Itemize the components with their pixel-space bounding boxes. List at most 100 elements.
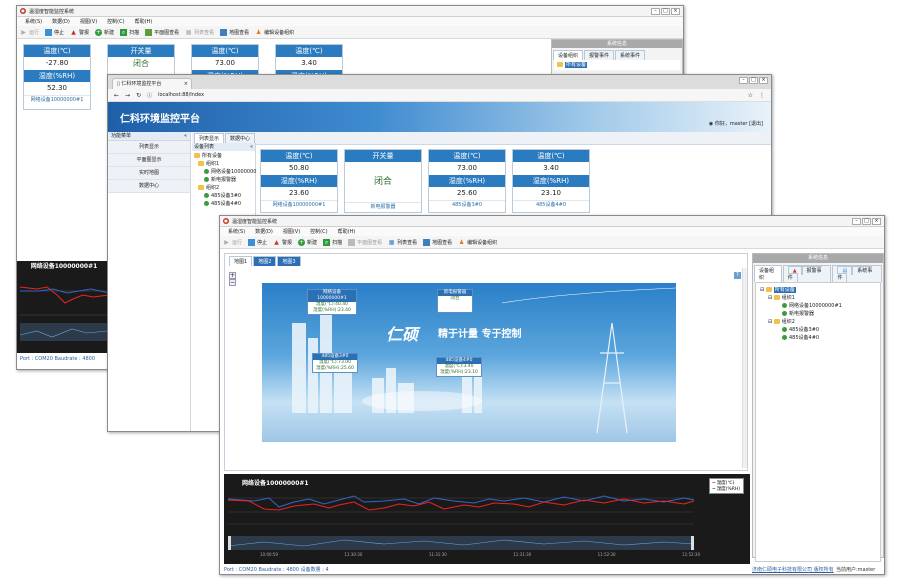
map-view-button[interactable]: 地图查看 [220,28,249,36]
tree-node[interactable]: 新电报警器 [194,176,253,184]
device-overlay-2[interactable]: 新电报警器 闭合 [437,289,473,313]
menu-data[interactable]: 数据(D) [52,18,70,25]
run-button[interactable]: ▶ 运行 [20,29,39,36]
menu-data[interactable]: 数据(D) [255,228,273,235]
list-view-button[interactable]: ▦ 列表查看 [185,29,214,36]
logout-link[interactable]: [退出] [749,121,763,127]
maximize-button[interactable]: □ [749,77,758,84]
zoom-out-button[interactable]: − [229,279,236,286]
stop-button[interactable]: 停止 [248,238,267,246]
tree-node[interactable]: 网络设备10000000#1 [760,302,876,310]
device-overlay-3[interactable]: 485设备3#0 温度(℃):73.00 湿度(%RH):25.60 [312,353,358,373]
tree-node[interactable]: 485设备3#0 [760,326,876,334]
tree-node[interactable]: 485设备4#0 [760,334,876,342]
tree-node[interactable]: 新电报警器 [760,310,876,318]
collapse-icon[interactable]: « [184,132,187,141]
device-overlay-4[interactable]: 485设备4#0 温度(℃):3.40 湿度(%RH):23.10 [436,357,482,377]
reload-icon[interactable]: ↻ [136,92,141,99]
tree-node[interactable]: 组织1 [194,160,253,168]
tab-device-org[interactable]: 设备组织 [754,265,782,282]
tab-map-3[interactable]: 地图3 [277,256,301,266]
card-value: 25.60 [456,189,478,197]
minimize-button[interactable]: – [651,7,660,15]
maximize-button[interactable]: □ [862,217,871,225]
scan-button[interactable]: ⌕ 扫描 [120,28,139,36]
scan-button[interactable]: ⌕ 扫描 [323,238,342,246]
tree-node[interactable]: ⊟ 组织1 [760,294,876,302]
list-view-button[interactable]: ▦ 列表查看 [388,239,417,246]
url-field[interactable]: localhost:88/Index [158,92,742,98]
tree-node[interactable]: 所有设备 [194,152,253,160]
close-button[interactable]: × [759,77,768,84]
vertical-scrollbar[interactable] [742,268,747,468]
tab-list-view[interactable]: 列表显示 [194,133,225,143]
alarm-button[interactable]: ▲ 警报 [70,29,89,36]
collapse-icon[interactable]: « [250,143,253,151]
device-card-3[interactable]: 温度(℃) 73.00 湿度(%RH) [191,44,259,82]
menu-data-center[interactable]: 数据中心 [108,180,190,193]
tab-alarm-events[interactable]: ▲ 报警事件 [782,265,832,282]
new-button[interactable]: + 新建 [298,238,317,246]
tree-node[interactable]: 组织2 [194,184,253,192]
card-footer: 网络设备10000000#1 [24,95,90,104]
menu-view[interactable]: 视图(V) [80,18,97,25]
menu-view[interactable]: 视图(V) [283,228,300,235]
menu-list-view[interactable]: 列表显示 [108,141,190,154]
tree-node[interactable]: 485设备4#0 [194,200,253,208]
close-button[interactable]: × [872,217,881,225]
tree-node[interactable]: 485设备3#0 [194,192,253,200]
floor-plan-button[interactable]: 平面图查看 [145,28,179,36]
tab-map-1[interactable]: 地图1 [229,256,253,266]
menu-realtime-map[interactable]: 实时地图 [108,167,190,180]
edit-org-button[interactable]: ♟ 编辑设备组织 [255,29,294,36]
browser-menu-icon[interactable]: ⋮ [759,92,765,99]
menu-help[interactable]: 帮助(H) [338,228,356,235]
device-overlay-1[interactable]: 网络设备10000000#1 温度(℃):40.40 湿度(%RH):23.40 [307,289,357,315]
menu-floor-plan[interactable]: 平面图显示 [108,154,190,167]
company-link[interactable]: 济南仁硕电子科技有限公司 版权所有 [752,566,834,573]
tree-root[interactable]: 所有设备 [557,61,677,69]
device-card-1[interactable]: 温度(℃) 50.80 湿度(%RH) 23.60 网络设备10000000#1 [260,149,338,213]
card-header: 湿度(%RH) [513,175,589,187]
device-card-2[interactable]: 开关量 闭合 新电报警器 [344,149,422,213]
edit-org-button[interactable]: ♟ 编辑设备组织 [458,239,497,246]
device-card-1[interactable]: 温度(℃) -27.80 湿度(%RH) 52.30 网络设备10000000#… [23,44,91,110]
map-view-button[interactable]: 地图查看 [423,238,452,246]
close-button[interactable]: × [671,7,680,15]
close-tab-icon[interactable]: × [184,79,188,89]
back-icon[interactable]: ← [114,92,119,99]
tab-device-org[interactable]: 设备组织 [553,50,584,60]
device-tree: 所有设备 组织1 网络设备10000000 新电报警器 组织2 485设备3#0… [192,151,256,209]
tree-node[interactable]: 网络设备10000000 [194,168,256,176]
menu-control[interactable]: 控制(C) [107,18,124,25]
tab-data-center[interactable]: 数据中心 [225,133,256,143]
alarm-button[interactable]: ▲ 警报 [273,239,292,246]
menu-system[interactable]: 系统(S) [25,18,42,25]
device-card-4[interactable]: 温度(℃) 3.40 湿度(%RH) 23.10 485设备4#0 [512,149,590,213]
bookmark-star-icon[interactable]: ☆ [748,92,753,99]
new-button[interactable]: + 新建 [95,28,114,36]
maximize-button[interactable]: □ [661,7,670,15]
menu-help[interactable]: 帮助(H) [135,18,153,25]
floor-plan-button[interactable]: 平面图查看 [348,238,382,246]
tree-node[interactable]: ⊟ 组织2 [760,318,876,326]
tab-alarm-events[interactable]: 报警事件 [584,50,615,60]
tab-map-2[interactable]: 地图2 [253,256,277,266]
tab-system-events[interactable]: ▤ 系统事件 [832,265,882,282]
menu-system[interactable]: 系统(S) [228,228,245,235]
tree-root[interactable]: ⊟ 所有设备 [760,286,876,294]
browser-tab[interactable]: ▯ 仁科环境监控平台 × [112,78,192,89]
minimize-button[interactable]: – [852,217,861,225]
device-card-3[interactable]: 温度(℃) 73.00 湿度(%RH) 25.60 485设备3#0 [428,149,506,213]
zoom-in-button[interactable]: + [229,272,236,279]
card-footer: 485设备3#0 [429,200,505,209]
map-settings-icon[interactable]: ? [734,272,741,279]
forward-icon[interactable]: → [125,92,130,99]
menu-control[interactable]: 控制(C) [310,228,327,235]
minimize-button[interactable]: – [739,77,748,84]
device-card-4[interactable]: 温度(℃) 3.40 湿度(%RH) [275,44,343,82]
stop-button[interactable]: 停止 [45,28,64,36]
device-card-2[interactable]: 开关量 闭合 [107,44,175,78]
tab-system-events[interactable]: 系统事件 [615,50,646,60]
run-button[interactable]: ▶ 运行 [223,239,242,246]
